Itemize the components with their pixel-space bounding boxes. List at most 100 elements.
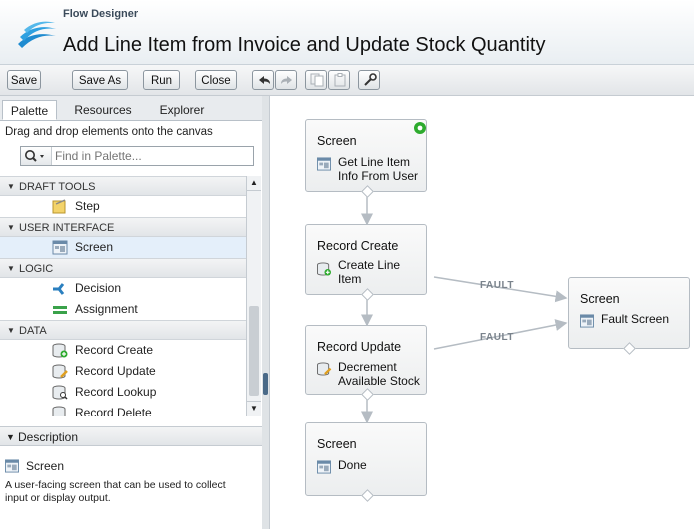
category-label: DATA [19, 325, 47, 337]
screen-icon [317, 460, 331, 474]
palette-item-label: Screen [75, 240, 114, 254]
node-name: Fault Screen [601, 312, 670, 326]
palette-item-label: Step [75, 199, 100, 213]
palette-item-decision[interactable]: Decision [0, 278, 246, 299]
node-type: Screen [317, 437, 357, 451]
paste-icon [334, 73, 346, 87]
flow-designer-logo [18, 21, 56, 48]
node-name: Done [338, 458, 367, 472]
category-logic[interactable]: ▼ LOGIC [0, 258, 246, 278]
category-label: LOGIC [19, 263, 54, 275]
wrench-icon [364, 73, 377, 86]
save-button[interactable]: Save [7, 70, 41, 90]
undo-button[interactable] [252, 70, 274, 90]
save-as-button[interactable]: Save As [72, 70, 128, 90]
node-name: Get Line Item [338, 155, 411, 169]
screen-icon [580, 314, 594, 328]
tab-explorer[interactable]: Explorer [149, 100, 215, 120]
start-element-icon [414, 122, 426, 134]
flow-canvas[interactable]: FAULT FAULT Screen Get Line Item Info Fr… [270, 96, 694, 529]
palette-search [20, 146, 254, 166]
palette-item-record-create[interactable]: Record Create [0, 340, 246, 361]
palette-item-label: Record Lookup [75, 385, 157, 399]
palette-list: ▼ DRAFT TOOLS Step ▼ USER INTERFACE Scre… [0, 176, 246, 416]
search-input[interactable] [55, 148, 245, 163]
scroll-up-icon[interactable]: ▲ [247, 176, 261, 191]
palette-item-screen[interactable]: Screen [0, 237, 246, 258]
palette-item-label: Record Update [75, 364, 156, 378]
record-update-icon [52, 364, 68, 379]
screen-icon [52, 240, 68, 255]
node-type: Record Update [317, 340, 402, 354]
node-type: Record Create [317, 239, 399, 253]
screen-icon [317, 157, 331, 171]
tab-resources[interactable]: Resources [59, 100, 147, 120]
copy-icon [310, 73, 324, 87]
collapse-arrow-icon: ▼ [6, 432, 15, 442]
splitter-grip-icon[interactable] [263, 373, 268, 395]
flow-node-screen-get-line-item[interactable]: Screen Get Line Item Info From User [305, 119, 427, 198]
undo-icon [259, 76, 270, 84]
toolbar: Save Save As Run Close [0, 65, 694, 96]
node-type: Screen [580, 292, 620, 306]
description-title-label: Screen [26, 459, 65, 473]
flow-node-fault-screen[interactable]: Screen Fault Screen [568, 277, 690, 355]
palette-item-step[interactable]: Step [0, 196, 246, 217]
fault-label: FAULT [480, 280, 514, 291]
category-data[interactable]: ▼ DATA [0, 320, 246, 340]
category-label: USER INTERFACE [19, 222, 115, 234]
palette-item-record-delete[interactable]: Record Delete [0, 403, 246, 416]
palette-scrollbar[interactable]: ▲ ▼ [246, 176, 261, 416]
node-name: Available Stock [338, 374, 420, 388]
palette-item-label: Record Delete [75, 406, 152, 416]
palette-item-assignment[interactable]: Assignment [0, 299, 246, 320]
node-name: Info From User [338, 169, 419, 183]
palette-item-record-lookup[interactable]: Record Lookup [0, 382, 246, 403]
record-lookup-icon [52, 385, 68, 400]
redo-icon [281, 76, 292, 84]
palette-item-label: Assignment [75, 302, 138, 316]
search-icon [25, 150, 44, 162]
fault-label: FAULT [480, 332, 514, 343]
properties-button[interactable] [358, 70, 380, 90]
flow-node-record-update[interactable]: Record Update Decrement Available Stock [305, 325, 427, 401]
scroll-down-icon[interactable]: ▼ [247, 401, 261, 416]
scroll-thumb[interactable] [249, 306, 259, 396]
node-name: Decrement [338, 360, 397, 374]
paste-button[interactable] [328, 70, 350, 90]
description-header[interactable]: ▼ Description [0, 426, 262, 446]
app-header: Flow Designer Add Line Item from Invoice… [0, 0, 694, 65]
search-options-button[interactable] [21, 147, 52, 165]
category-user-interface[interactable]: ▼ USER INTERFACE [0, 217, 246, 237]
palette-hint: Drag and drop elements onto the canvas [5, 126, 213, 138]
record-update-icon [317, 362, 332, 376]
close-button[interactable]: Close [195, 70, 237, 90]
screen-icon [5, 459, 19, 473]
collapse-arrow-icon: ▼ [7, 182, 15, 191]
palette-item-label: Record Create [75, 343, 154, 357]
run-button[interactable]: Run [143, 70, 180, 90]
flow-title: Add Line Item from Invoice and Update St… [63, 34, 546, 56]
assignment-icon [53, 306, 67, 314]
copy-button[interactable] [305, 70, 327, 90]
category-label: DRAFT TOOLS [19, 181, 96, 193]
collapse-arrow-icon: ▼ [7, 326, 15, 335]
step-icon [52, 199, 66, 214]
description-text: A user-facing screen that can be used to… [5, 479, 226, 504]
flow-node-screen-done[interactable]: Screen Done [305, 422, 427, 502]
record-create-icon [317, 262, 331, 276]
record-delete-icon [52, 406, 66, 416]
category-draft-tools[interactable]: ▼ DRAFT TOOLS [0, 176, 246, 196]
panel-tabs: Palette Resources Explorer [0, 96, 262, 121]
collapse-arrow-icon: ▼ [7, 223, 15, 232]
left-panel: Palette Resources Explorer Drag and drop… [0, 96, 263, 529]
palette-item-record-update[interactable]: Record Update [0, 361, 246, 382]
decision-icon [53, 283, 65, 295]
tab-palette[interactable]: Palette [2, 100, 57, 120]
collapse-arrow-icon: ▼ [7, 264, 15, 273]
flow-node-record-create[interactable]: Record Create Create Line Item [305, 224, 427, 301]
panel-splitter[interactable] [262, 96, 270, 529]
node-name: Item [338, 272, 362, 286]
record-create-icon [52, 343, 68, 358]
redo-button[interactable] [275, 70, 297, 90]
